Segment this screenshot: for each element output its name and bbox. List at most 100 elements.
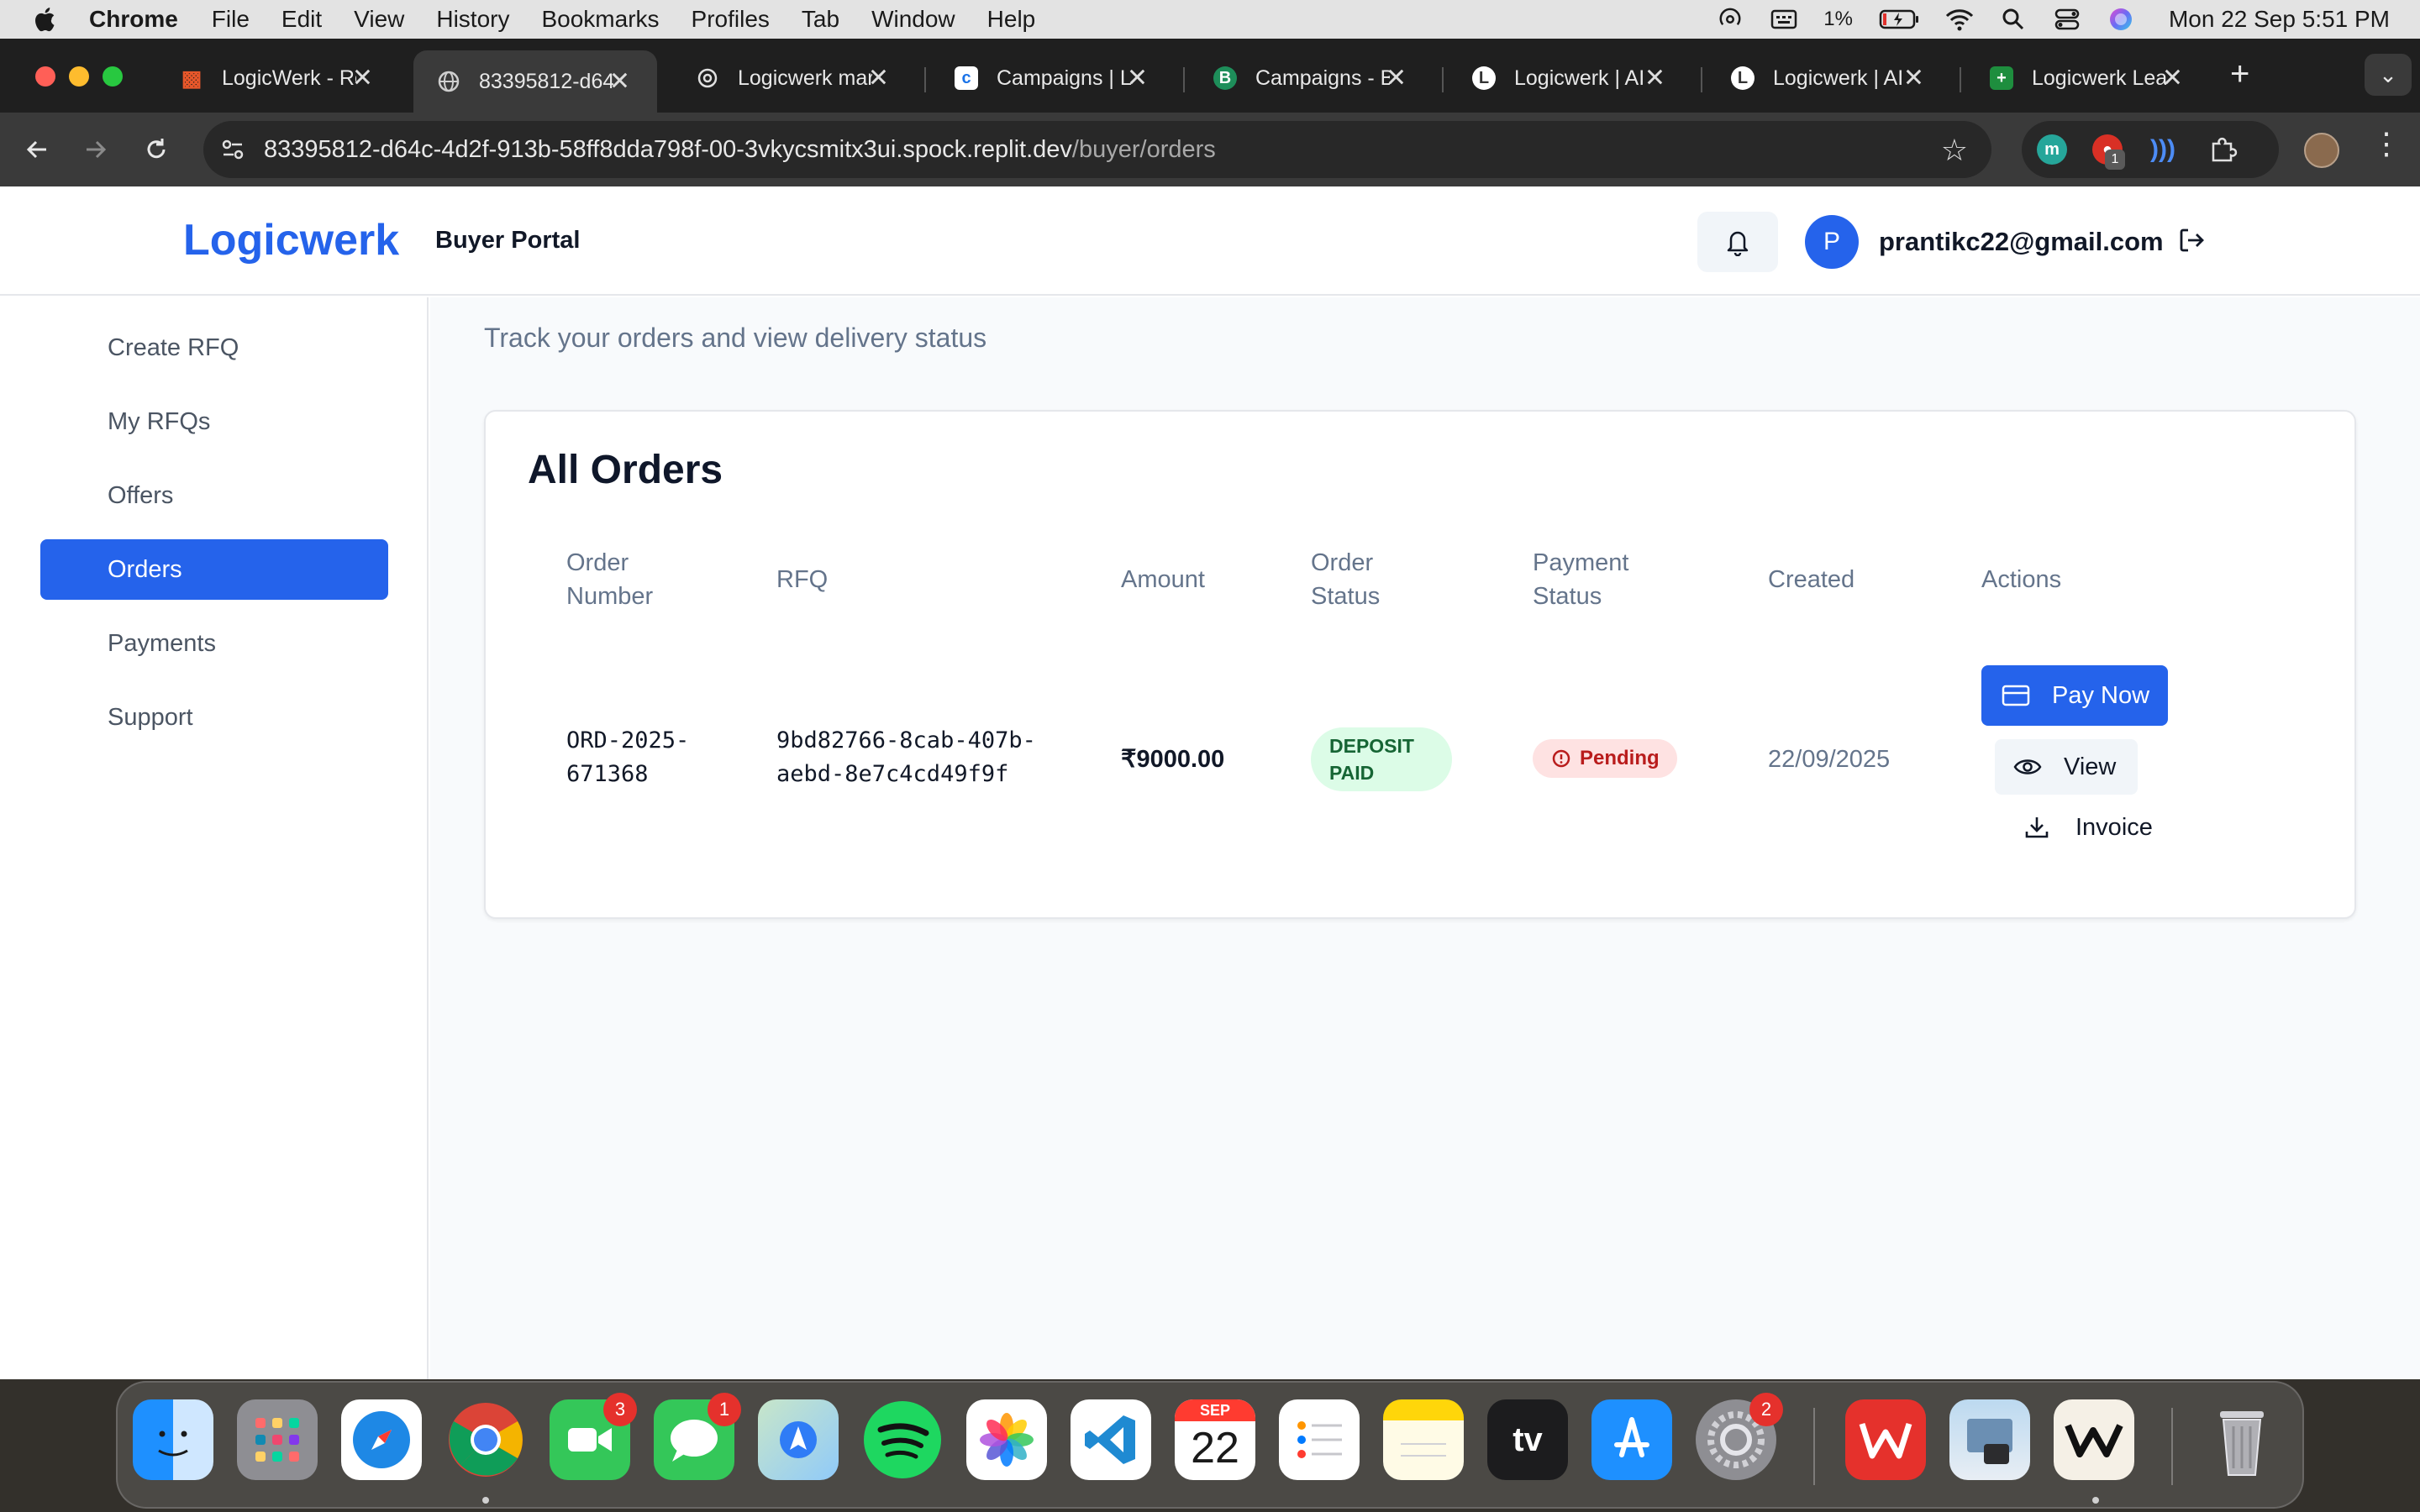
tab-close-icon[interactable]: ✕: [1644, 64, 1665, 93]
control-center-icon[interactable]: [2053, 7, 2081, 32]
sidebar-item-my-rfqs[interactable]: My RFQs: [40, 391, 388, 452]
card-title: All Orders: [528, 448, 723, 492]
reminders-icon[interactable]: [1279, 1399, 1360, 1480]
macos-menu-bar: Chrome File Edit View History Bookmarks …: [0, 0, 2420, 39]
tab-title: LogicWerk - Re: [222, 66, 356, 90]
menu-edit[interactable]: Edit: [281, 6, 322, 33]
menu-window[interactable]: Window: [871, 6, 955, 33]
forward-arrow-icon[interactable]: [77, 131, 114, 168]
sidebar-item-payments[interactable]: Payments: [40, 613, 388, 674]
sidebar-item-create-rfq[interactable]: Create RFQ: [40, 318, 388, 378]
sidebar-item-support[interactable]: Support: [40, 687, 388, 748]
menubar-clock[interactable]: Mon 22 Sep 5:51 PM: [2169, 6, 2390, 33]
siri-icon[interactable]: [2107, 7, 2135, 32]
menu-help[interactable]: Help: [987, 6, 1036, 33]
browser-tab[interactable]: c Campaigns | Lo ✕: [931, 52, 1175, 104]
browser-tab[interactable]: L Logicwerk | AI ✕: [1707, 52, 1951, 104]
extension-m-icon[interactable]: m: [2037, 134, 2067, 165]
pay-now-button[interactable]: Pay Now: [1981, 665, 2168, 726]
browser-tab[interactable]: ▩ LogicWerk - Re ✕: [156, 52, 400, 104]
reload-icon[interactable]: [138, 131, 175, 168]
tab-separator: [1442, 67, 1444, 92]
wavebox-icon[interactable]: [2054, 1399, 2134, 1480]
spotlight-search-icon[interactable]: [1999, 7, 2028, 32]
tab-close-icon[interactable]: ✕: [609, 67, 630, 97]
pay-now-label: Pay Now: [2052, 681, 2150, 709]
main-content: Track your orders and view delivery stat…: [430, 297, 2420, 1379]
apple-menu-icon[interactable]: [32, 5, 60, 34]
tab-title: Logicwerk mar: [738, 66, 872, 90]
view-order-button[interactable]: View: [1995, 739, 2138, 795]
menu-file[interactable]: File: [212, 6, 250, 33]
address-bar[interactable]: 83395812-d64c-4d2f-913b-58ff8dda798f-00-…: [203, 121, 1991, 178]
sidebar-item-label: Support: [108, 703, 193, 731]
keyboard-input-icon[interactable]: [1770, 7, 1798, 32]
settings-badge: 2: [1749, 1393, 1783, 1426]
spotify-icon[interactable]: [862, 1399, 943, 1480]
url-path: /buyer/orders: [1071, 136, 1216, 163]
browser-tab-active[interactable]: 83395812-d64c ✕: [413, 50, 657, 113]
menu-view[interactable]: View: [354, 6, 404, 33]
window-zoom-button[interactable]: [103, 66, 123, 87]
launchpad-icon[interactable]: [237, 1399, 318, 1480]
menu-bookmarks[interactable]: Bookmarks: [541, 6, 659, 33]
facetime-badge: 3: [603, 1393, 637, 1426]
bookmark-star-icon[interactable]: ☆: [1941, 133, 1968, 168]
back-arrow-icon[interactable]: [18, 131, 55, 168]
cell-line: ORD-2025-: [566, 727, 690, 753]
calendar-icon[interactable]: SEP 22: [1175, 1399, 1255, 1480]
sidebar-item-offers[interactable]: Offers: [40, 465, 388, 526]
tab-title: Logicwerk | AI: [1514, 66, 1645, 90]
browser-tab[interactable]: B Campaigns - B ✕: [1190, 52, 1434, 104]
calendar-day: 22: [1191, 1424, 1239, 1473]
browser-tab[interactable]: Logicwerk mar ✕: [672, 52, 916, 104]
tab-close-icon[interactable]: ✕: [1386, 64, 1407, 93]
window-close-button[interactable]: [35, 66, 55, 87]
menu-history[interactable]: History: [436, 6, 509, 33]
trash-icon[interactable]: [2202, 1399, 2282, 1480]
appletv-icon[interactable]: tv: [1487, 1399, 1568, 1480]
browser-tab[interactable]: + Logicwerk Lea ✕: [1966, 52, 2210, 104]
chrome-icon[interactable]: [445, 1399, 526, 1480]
airdrop-icon[interactable]: [1716, 7, 1744, 32]
extension-wave-icon[interactable]: ))): [2148, 134, 2178, 165]
notifications-button[interactable]: [1697, 212, 1778, 272]
b-icon: B: [1213, 66, 1237, 90]
tab-close-icon[interactable]: ✕: [1903, 64, 1924, 93]
appstore-icon[interactable]: [1591, 1399, 1672, 1480]
url-text[interactable]: 83395812-d64c-4d2f-913b-58ff8dda798f-00-…: [264, 136, 1216, 164]
chrome-menu-icon[interactable]: ⋮: [2371, 126, 2402, 161]
extensions-puzzle-icon[interactable]: [2208, 134, 2238, 165]
menu-tab[interactable]: Tab: [802, 6, 839, 33]
user-avatar[interactable]: P: [1805, 215, 1859, 269]
browser-tab[interactable]: L Logicwerk | AI ✕: [1449, 52, 1692, 104]
brand-logo[interactable]: Logicwerk: [183, 215, 399, 265]
notes-icon[interactable]: [1383, 1399, 1464, 1480]
tab-close-icon[interactable]: ✕: [1127, 64, 1148, 93]
tab-search-chevron-icon[interactable]: ⌄: [2365, 54, 2412, 96]
finder-icon[interactable]: [133, 1399, 213, 1480]
new-tab-plus-icon[interactable]: +: [2230, 57, 2249, 91]
menu-app-name[interactable]: Chrome: [89, 6, 178, 33]
column-header-order-status: Order Status: [1311, 546, 1380, 613]
vscode-icon[interactable]: [1071, 1399, 1151, 1480]
download-invoice-button[interactable]: Invoice: [2007, 803, 2158, 852]
menu-profiles[interactable]: Profiles: [692, 6, 770, 33]
logout-icon[interactable]: [2175, 223, 2208, 257]
wifi-icon[interactable]: [1945, 7, 1974, 32]
battery-percent: 1%: [1823, 8, 1853, 30]
tab-close-icon[interactable]: ✕: [868, 64, 889, 93]
tab-close-icon[interactable]: ✕: [2162, 64, 2183, 93]
tab-close-icon[interactable]: ✕: [352, 64, 373, 93]
user-email: prantikc22@gmail.com: [1879, 227, 2164, 256]
window-minimize-button[interactable]: [69, 66, 89, 87]
profile-avatar-icon[interactable]: [2304, 133, 2339, 168]
wps-icon[interactable]: [1845, 1399, 1926, 1480]
photos-icon[interactable]: [966, 1399, 1047, 1480]
site-info-icon[interactable]: [218, 135, 247, 164]
battery-icon[interactable]: [1878, 7, 1920, 32]
safari-icon[interactable]: [341, 1399, 422, 1480]
maps-icon[interactable]: [758, 1399, 839, 1480]
preview-icon[interactable]: [1949, 1399, 2030, 1480]
sidebar-item-orders[interactable]: Orders: [40, 539, 388, 600]
